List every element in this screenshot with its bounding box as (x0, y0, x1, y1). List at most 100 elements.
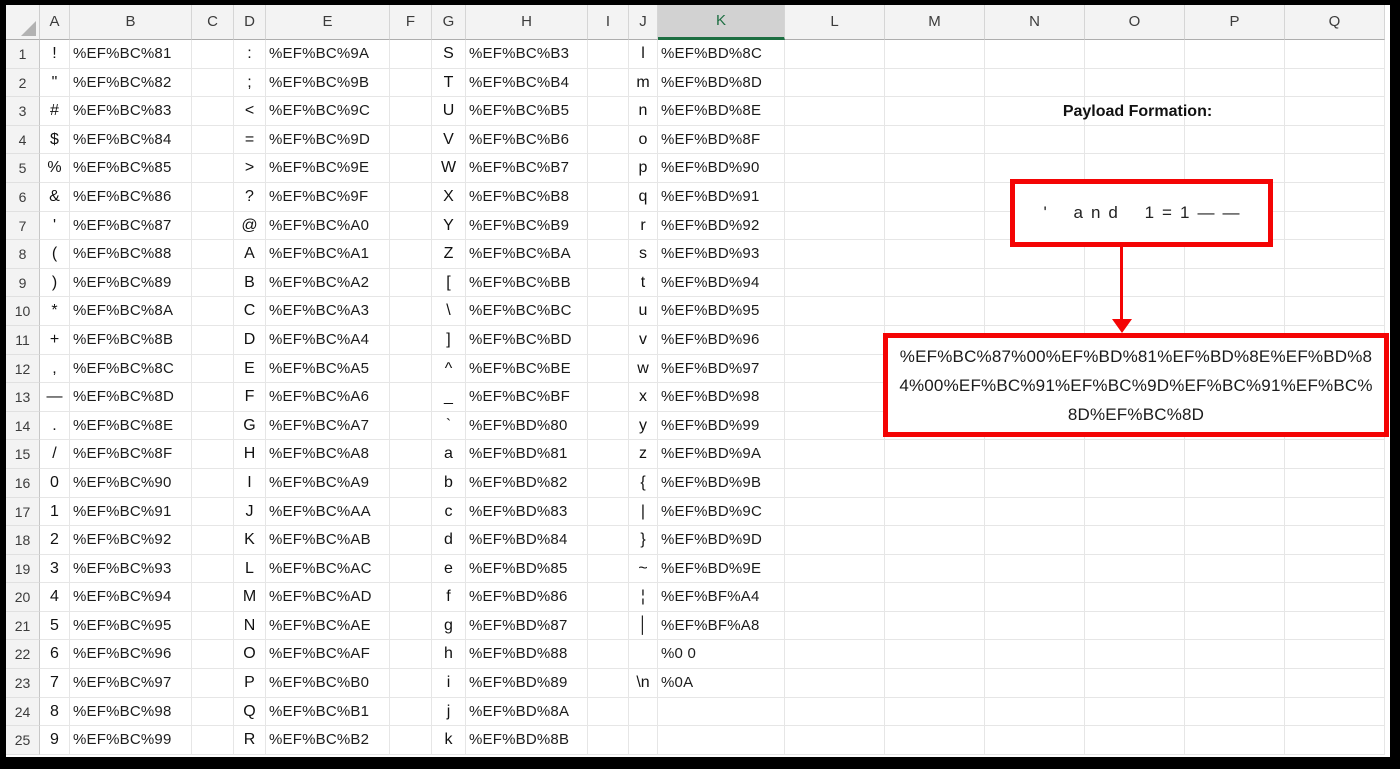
cell-J4[interactable]: o (629, 125, 658, 155)
cell-D14[interactable]: G (234, 411, 266, 441)
cell-N23[interactable] (985, 669, 1085, 698)
cell-O22[interactable] (1085, 640, 1185, 670)
cell-H23[interactable]: %EF%BD%89 (466, 669, 588, 698)
cell-I18[interactable] (588, 526, 629, 555)
cell-I23[interactable] (588, 669, 629, 698)
cell-G5[interactable]: W (432, 154, 466, 183)
cell-K25[interactable] (658, 726, 785, 755)
cell-O18[interactable] (1085, 526, 1185, 555)
cell-P15[interactable] (1185, 440, 1285, 469)
cell-C12[interactable] (192, 354, 234, 384)
cell-C21[interactable] (192, 611, 234, 641)
cell-Q15[interactable] (1285, 440, 1385, 469)
cell-A10[interactable]: * (40, 297, 70, 326)
cell-J21[interactable]: │ (629, 611, 658, 641)
cell-E8[interactable]: %EF%BC%A1 (266, 240, 390, 269)
cell-E18[interactable]: %EF%BC%AB (266, 526, 390, 555)
cell-I16[interactable] (588, 468, 629, 498)
cell-J16[interactable]: { (629, 468, 658, 498)
cell-A25[interactable]: 9 (40, 726, 70, 755)
cell-F8[interactable] (390, 240, 432, 269)
cell-C24[interactable] (192, 697, 234, 727)
cell-C3[interactable] (192, 97, 234, 126)
cell-H12[interactable]: %EF%BC%BE (466, 354, 588, 384)
cell-D8[interactable]: A (234, 240, 266, 269)
cell-A19[interactable]: 3 (40, 554, 70, 584)
cell-P17[interactable] (1185, 497, 1285, 527)
cell-P20[interactable] (1185, 583, 1285, 612)
cell-Q18[interactable] (1285, 526, 1385, 555)
cell-I24[interactable] (588, 697, 629, 727)
cell-D5[interactable]: > (234, 154, 266, 183)
cell-K24[interactable] (658, 697, 785, 727)
cell-G21[interactable]: g (432, 611, 466, 641)
column-header-M[interactable]: M (885, 5, 985, 40)
cell-Q5[interactable] (1285, 154, 1385, 183)
cell-F11[interactable] (390, 325, 432, 355)
cell-L11[interactable] (785, 325, 885, 355)
cell-F24[interactable] (390, 697, 432, 727)
cell-I7[interactable] (588, 211, 629, 241)
column-header-O[interactable]: O (1085, 5, 1185, 40)
cell-H13[interactable]: %EF%BC%BF (466, 383, 588, 412)
cell-J24[interactable] (629, 697, 658, 727)
cell-N9[interactable] (985, 268, 1085, 298)
cell-M1[interactable] (885, 40, 985, 69)
cell-P10[interactable] (1185, 297, 1285, 326)
cell-H19[interactable]: %EF%BD%85 (466, 554, 588, 584)
cell-E12[interactable]: %EF%BC%A5 (266, 354, 390, 384)
cell-I8[interactable] (588, 240, 629, 269)
cell-B20[interactable]: %EF%BC%94 (70, 583, 192, 612)
row-header-20[interactable]: 20 (6, 583, 40, 612)
cell-K20[interactable]: %EF%BF%A4 (658, 583, 785, 612)
cell-F9[interactable] (390, 268, 432, 298)
cell-F7[interactable] (390, 211, 432, 241)
row-header-19[interactable]: 19 (6, 554, 40, 584)
cell-L19[interactable] (785, 554, 885, 584)
cell-M6[interactable] (885, 182, 985, 212)
cell-M2[interactable] (885, 68, 985, 98)
cell-H11[interactable]: %EF%BC%BD (466, 325, 588, 355)
cell-B23[interactable]: %EF%BC%97 (70, 669, 192, 698)
cell-D3[interactable]: < (234, 97, 266, 126)
cell-F14[interactable] (390, 411, 432, 441)
cell-H2[interactable]: %EF%BC%B4 (466, 68, 588, 98)
cell-I1[interactable] (588, 40, 629, 69)
cell-F25[interactable] (390, 726, 432, 755)
cell-I22[interactable] (588, 640, 629, 670)
cell-E3[interactable]: %EF%BC%9C (266, 97, 390, 126)
cell-O10[interactable] (1085, 297, 1185, 326)
payload-plain-box[interactable]: ' and 1=1—— (1010, 179, 1273, 247)
cell-Q4[interactable] (1285, 125, 1385, 155)
cell-I10[interactable] (588, 297, 629, 326)
cell-N19[interactable] (985, 554, 1085, 584)
cell-C13[interactable] (192, 383, 234, 412)
cell-J23[interactable]: \n (629, 669, 658, 698)
cell-G24[interactable]: j (432, 697, 466, 727)
cell-B16[interactable]: %EF%BC%90 (70, 468, 192, 498)
cell-A7[interactable]: ' (40, 211, 70, 241)
cell-J1[interactable]: l (629, 40, 658, 69)
cell-B8[interactable]: %EF%BC%88 (70, 240, 192, 269)
cell-D25[interactable]: R (234, 726, 266, 755)
cell-P1[interactable] (1185, 40, 1285, 69)
cell-F5[interactable] (390, 154, 432, 183)
cell-J18[interactable]: } (629, 526, 658, 555)
cell-E14[interactable]: %EF%BC%A7 (266, 411, 390, 441)
column-header-C[interactable]: C (192, 5, 234, 40)
cell-B7[interactable]: %EF%BC%87 (70, 211, 192, 241)
cell-G1[interactable]: S (432, 40, 466, 69)
cell-H20[interactable]: %EF%BD%86 (466, 583, 588, 612)
cell-P9[interactable] (1185, 268, 1285, 298)
cell-E1[interactable]: %EF%BC%9A (266, 40, 390, 69)
cell-B15[interactable]: %EF%BC%8F (70, 440, 192, 469)
cell-D2[interactable]: ; (234, 68, 266, 98)
cell-K8[interactable]: %EF%BD%93 (658, 240, 785, 269)
cell-E17[interactable]: %EF%BC%AA (266, 497, 390, 527)
cell-P24[interactable] (1185, 697, 1285, 727)
cell-P19[interactable] (1185, 554, 1285, 584)
row-header-22[interactable]: 22 (6, 640, 40, 670)
cell-J7[interactable]: r (629, 211, 658, 241)
row-header-5[interactable]: 5 (6, 154, 40, 183)
cell-I25[interactable] (588, 726, 629, 755)
